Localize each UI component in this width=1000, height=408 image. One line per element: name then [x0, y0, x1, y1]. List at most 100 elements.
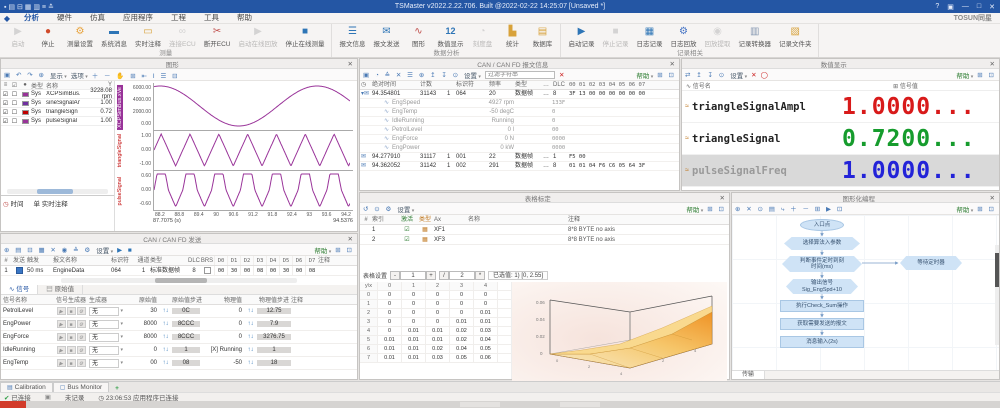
- minimize-icon[interactable]: —: [962, 3, 969, 11]
- grid-row[interactable]: 4 0 0.01 0.01 0.02 0.03: [360, 327, 511, 336]
- transmit-toolbar-icons[interactable]: ⊕ ▤ ⊟ ▦ ✕ ◉ ≙ ⚙: [4, 246, 92, 254]
- signal-generator-row[interactable]: EngTemp ▶ ■ ⚙ 无 ▾ 00 ↑↓ 08 -50 ↑↓ 18: [1, 357, 357, 370]
- active-checkbox[interactable]: ☑: [398, 225, 416, 234]
- gen-config-button[interactable]: ⚙: [76, 346, 86, 354]
- ribbon-button[interactable]: ▶ 启动: [3, 24, 33, 50]
- message-row[interactable]: ✉ 94.277910 31117 1 001 22 数据帧 … 1 F5 00: [360, 153, 679, 162]
- ribbon-button[interactable]: ∿ 图形: [403, 24, 433, 50]
- raw-value-field[interactable]: 0: [123, 347, 159, 353]
- raw-value-field[interactable]: 8000: [123, 321, 159, 327]
- flow-node-checksum[interactable]: 执行Check_Sum操作: [780, 300, 864, 312]
- quick-access-toolbar[interactable]: ▪ ▤ ⊟ ▦ ▥ ≡ ≛: [0, 3, 54, 11]
- phys-step-arrows[interactable]: ↑↓: [244, 321, 257, 327]
- data-byte[interactable]: 08: [253, 266, 266, 275]
- grid-row[interactable]: 5 0.01 0.01 0.01 0.02 0.04: [360, 336, 511, 345]
- signal-sub-row[interactable]: ∿ PetrolLevel 0 l 00: [360, 126, 679, 135]
- ribbon-button[interactable]: ■ 停止记录: [598, 24, 632, 50]
- flow-toolbar-icons[interactable]: ⊕ ✕ ⊙ ▤ ⤷ ＋ － ⊞ ▶ ⊡: [735, 203, 844, 214]
- surface-3d-chart[interactable]: 0.06 0.04 0.02 0 0 2 4 2 4: [512, 282, 729, 386]
- close-icon[interactable]: ✕: [989, 3, 995, 11]
- gen-play-button[interactable]: ▶: [56, 346, 66, 354]
- signal-generator-row[interactable]: IdleRunning ▶ ■ ⚙ 无 ▾ 0 ↑↓ 1 [X] Running …: [1, 344, 357, 357]
- grid-row[interactable]: 000 000: [360, 291, 511, 300]
- settings-dropdown[interactable]: 设置: [397, 204, 414, 214]
- raw-value-field[interactable]: 00: [123, 360, 159, 366]
- legend-row[interactable]: ☑ ☐ Sys XCPSimBus.x 3228.08 rpm: [1, 88, 114, 100]
- data-byte[interactable]: 08: [305, 266, 318, 275]
- data-byte[interactable]: 30: [279, 266, 292, 275]
- options-dropdown[interactable]: 选项: [71, 70, 88, 80]
- taskbar-app-red[interactable]: [0, 401, 26, 408]
- view-tab-calibration[interactable]: ▤ Calibration: [0, 382, 53, 392]
- calibration-row[interactable]: 2 ☑ ▦ XF3 8*8 BYTE no axis: [360, 235, 729, 245]
- ribbon-button[interactable]: ✉ 报文发送: [369, 24, 403, 50]
- ribbon-button[interactable]: ⚙ 测量设置: [63, 24, 97, 50]
- calibration-value-grid[interactable]: y\x0 12 34 000 000 100 000 200 000.01: [360, 282, 512, 379]
- signal-sub-row[interactable]: ∿ EngTemp -50 degC 0: [360, 108, 679, 117]
- display-dropdown[interactable]: 显示: [50, 70, 67, 80]
- phys-step-arrows[interactable]: ↑↓: [244, 308, 257, 314]
- gen-stop-button[interactable]: ■: [66, 346, 76, 354]
- raw-step-arrows[interactable]: ↑↓: [159, 334, 172, 340]
- signal-generator-row[interactable]: EngPower ▶ ■ ⚙ 无 ▾ 8000 ↑↓ 8CCC 0 ↑↓ 7.9: [1, 318, 357, 331]
- signal-sub-row[interactable]: ∿ EngPower 0 kW 0000: [360, 144, 679, 153]
- view-tab-bus-monitor[interactable]: ▢ Bus Monitor: [52, 382, 110, 392]
- message-panel-corner-icons[interactable]: ⊞ ⊡: [657, 71, 676, 79]
- raw-value-field[interactable]: 30: [123, 308, 159, 314]
- ribbon-button[interactable]: ● 停止: [33, 24, 63, 50]
- phys-step-arrows[interactable]: ↑↓: [244, 360, 257, 366]
- y-spinner[interactable]: /2 *: [439, 271, 486, 280]
- ribbon-button[interactable]: ▙ 统计: [497, 24, 527, 50]
- signal-checkbox[interactable]: ☑: [1, 100, 10, 107]
- legend-row[interactable]: ☑ ☐ Sys triangleSign 0.72: [1, 108, 114, 117]
- phys-value-field[interactable]: 0: [200, 334, 244, 340]
- raw-step-arrows[interactable]: ↑↓: [159, 360, 172, 366]
- signal-sub-row[interactable]: ∿ EngSpeed 4927 rpm 133F: [360, 99, 679, 108]
- add-view-tab-button[interactable]: +: [109, 385, 125, 392]
- signal-generator-row[interactable]: EngForce ▶ ■ ⚙ 无 ▾ 8000 ↑↓ 8CCC 0 ↑↓ 3276…: [1, 331, 357, 344]
- raw-step-arrows[interactable]: ↑↓: [159, 321, 172, 327]
- ribbon-button[interactable]: ∞ 连接ECU: [165, 24, 200, 50]
- transmit-sub-tab[interactable]: ▤ 原始值: [38, 285, 84, 294]
- close-icon[interactable]: ✕: [344, 60, 357, 68]
- flow-node-timer-check[interactable]: 判断事件定时到刻 时间(ms): [782, 256, 862, 272]
- close-icon[interactable]: ✕: [986, 194, 999, 202]
- help-dropdown[interactable]: 帮助: [636, 70, 653, 80]
- phys-value-field[interactable]: [X] Running: [200, 347, 244, 353]
- gen-stop-button[interactable]: ■: [66, 359, 76, 367]
- x-spinner[interactable]: -1 +: [390, 271, 437, 280]
- signal-box-checkbox[interactable]: ☐: [10, 91, 19, 98]
- gen-stop-button[interactable]: ■: [66, 320, 76, 328]
- flow-node-output-signal[interactable]: 输出信号 Sig_EngSpd+10: [786, 279, 858, 294]
- transmit-h-scrollbar[interactable]: [61, 278, 297, 283]
- raw-value-field[interactable]: 8000: [123, 334, 159, 340]
- message-toolbar-icons[interactable]: ▣ ◔ ≙ ✕ ☰ ⊕ ↥ ↧ ⊙: [363, 71, 460, 79]
- help-dropdown[interactable]: 帮助: [956, 70, 973, 80]
- flow-node-entry[interactable]: 入口点: [800, 219, 844, 231]
- transmit-sub-tab[interactable]: ∿ 信号: [1, 285, 39, 294]
- gen-play-button[interactable]: ▶: [56, 320, 66, 328]
- signal-sub-row[interactable]: ∿ EngForce 0 N 0000: [360, 135, 679, 144]
- calibration-corner-icons[interactable]: ⊞ ⊡: [707, 205, 726, 213]
- gen-stop-button[interactable]: ■: [66, 333, 76, 341]
- flow-tab[interactable]: 传输: [732, 371, 766, 379]
- gen-play-button[interactable]: ▶: [56, 359, 66, 367]
- settings-dropdown[interactable]: 设置: [96, 245, 113, 255]
- active-checkbox[interactable]: ☑: [398, 235, 416, 244]
- ribbon-button[interactable]: ▦ 日志记录: [632, 24, 666, 50]
- ribbon-button[interactable]: ▤ 数据库: [527, 24, 557, 50]
- filter-input[interactable]: [484, 70, 555, 79]
- flow-node-get-message[interactable]: 获取需要发送的报文: [780, 318, 864, 330]
- ribbon-button[interactable]: ▶ 启动记录: [564, 24, 598, 50]
- data-byte[interactable]: 00: [240, 266, 253, 275]
- grid-row[interactable]: 7 0.01 0.01 0.03 0.05 0.06: [360, 354, 511, 363]
- flow-canvas[interactable]: 入口点 选择算法入参数 判断事件定时到刻 时间(ms) 等待定时器 输出信号 Sig…: [732, 215, 999, 370]
- ribbon-button[interactable]: ⚙ 日志回放: [666, 24, 700, 50]
- ribbon-button[interactable]: ◉ 回放提取: [700, 24, 734, 50]
- grid-row[interactable]: 100 000: [360, 300, 511, 309]
- flow-node-message-input[interactable]: 消息输入(2s): [780, 336, 864, 348]
- app-logo-icon[interactable]: ◆: [0, 14, 14, 23]
- legend-scrollbar[interactable]: [7, 189, 108, 194]
- data-byte[interactable]: 30: [227, 266, 240, 275]
- ribbon-button[interactable]: ▧ 记录文件夹: [775, 24, 816, 50]
